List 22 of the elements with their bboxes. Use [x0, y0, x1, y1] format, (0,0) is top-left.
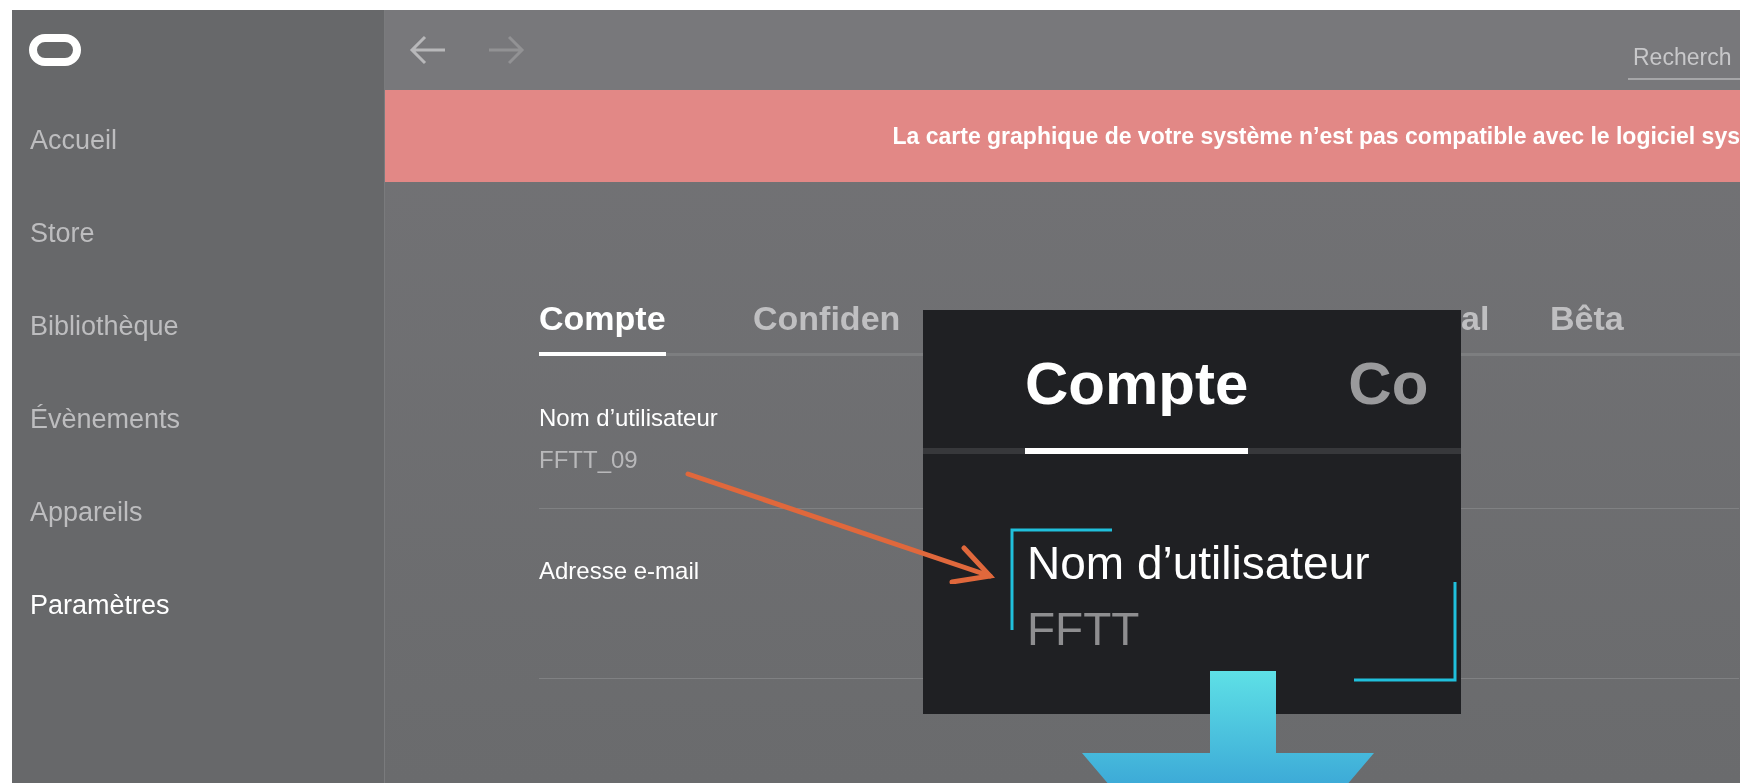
sidebar-item[interactable]: Store [30, 215, 384, 252]
field-label: Adresse e-mail [539, 556, 700, 586]
sidebar-item[interactable]: Accueil [30, 122, 384, 159]
sidebar-item[interactable]: Appareils [30, 494, 384, 531]
tab[interactable]: al [1461, 296, 1490, 356]
forward-arrow-icon[interactable] [487, 35, 525, 65]
field-value: FFTT [1027, 602, 1140, 657]
sidebar-item[interactable]: Bibliothèque [30, 308, 384, 345]
search-field[interactable]: Recherch [1628, 36, 1740, 80]
tab[interactable]: Bêta [1550, 296, 1624, 356]
field-value: FFTT_09 [539, 445, 638, 475]
sidebar-item[interactable]: Paramètres [30, 587, 384, 624]
tab-label: Compte [1025, 344, 1249, 454]
tab[interactable]: Confiden [753, 296, 901, 356]
field-label: Nom d’utilisateur [1027, 536, 1370, 591]
field-label: Nom d’utilisateur [539, 403, 718, 433]
banner-message: La carte graphique de votre système n’est pas compatible avec le logiciel sys [892, 121, 1740, 151]
tab[interactable]: Compte [539, 296, 666, 356]
tab-label: Co [1348, 349, 1429, 419]
logo-icon [29, 34, 81, 66]
sidebar-item[interactable]: Évènements [30, 401, 384, 438]
back-arrow-icon[interactable] [409, 35, 447, 65]
